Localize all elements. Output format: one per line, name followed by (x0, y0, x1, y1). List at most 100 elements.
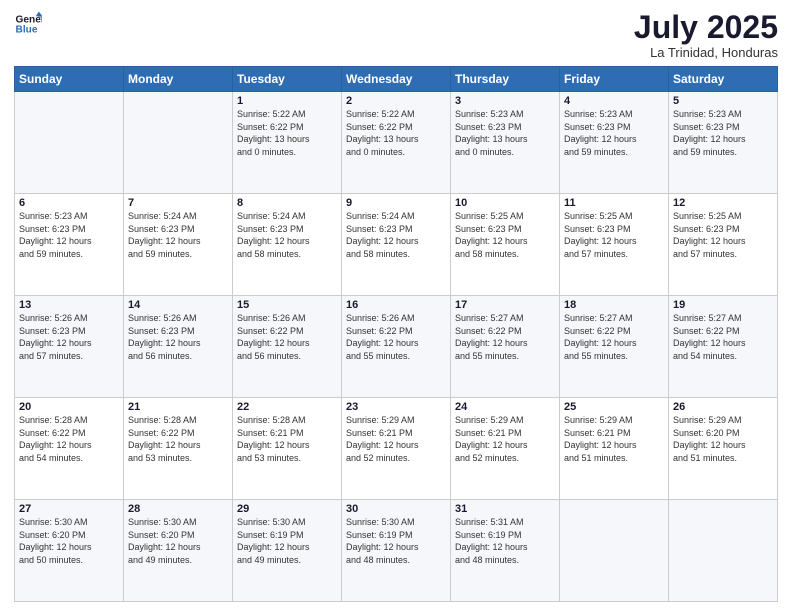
day-number: 3 (455, 95, 555, 107)
table-row (669, 500, 778, 602)
table-row: 22Sunrise: 5:28 AM Sunset: 6:21 PM Dayli… (233, 398, 342, 500)
day-number: 24 (455, 401, 555, 413)
table-row: 1Sunrise: 5:22 AM Sunset: 6:22 PM Daylig… (233, 92, 342, 194)
table-row: 21Sunrise: 5:28 AM Sunset: 6:22 PM Dayli… (124, 398, 233, 500)
day-info: Sunrise: 5:30 AM Sunset: 6:19 PM Dayligh… (346, 516, 446, 566)
table-row: 5Sunrise: 5:23 AM Sunset: 6:23 PM Daylig… (669, 92, 778, 194)
calendar-week-row: 13Sunrise: 5:26 AM Sunset: 6:23 PM Dayli… (15, 296, 778, 398)
day-info: Sunrise: 5:24 AM Sunset: 6:23 PM Dayligh… (128, 210, 228, 260)
table-row: 3Sunrise: 5:23 AM Sunset: 6:23 PM Daylig… (451, 92, 560, 194)
day-info: Sunrise: 5:29 AM Sunset: 6:20 PM Dayligh… (673, 414, 773, 464)
col-saturday: Saturday (669, 67, 778, 92)
table-row: 23Sunrise: 5:29 AM Sunset: 6:21 PM Dayli… (342, 398, 451, 500)
table-row (560, 500, 669, 602)
day-number: 28 (128, 503, 228, 515)
day-info: Sunrise: 5:30 AM Sunset: 6:19 PM Dayligh… (237, 516, 337, 566)
day-number: 7 (128, 197, 228, 209)
day-info: Sunrise: 5:24 AM Sunset: 6:23 PM Dayligh… (237, 210, 337, 260)
day-info: Sunrise: 5:29 AM Sunset: 6:21 PM Dayligh… (564, 414, 664, 464)
svg-text:Blue: Blue (16, 25, 38, 36)
day-number: 9 (346, 197, 446, 209)
day-number: 23 (346, 401, 446, 413)
day-number: 17 (455, 299, 555, 311)
day-info: Sunrise: 5:26 AM Sunset: 6:23 PM Dayligh… (128, 312, 228, 362)
day-number: 15 (237, 299, 337, 311)
day-info: Sunrise: 5:26 AM Sunset: 6:23 PM Dayligh… (19, 312, 119, 362)
day-info: Sunrise: 5:27 AM Sunset: 6:22 PM Dayligh… (673, 312, 773, 362)
day-number: 10 (455, 197, 555, 209)
col-sunday: Sunday (15, 67, 124, 92)
day-info: Sunrise: 5:22 AM Sunset: 6:22 PM Dayligh… (346, 108, 446, 158)
calendar-week-row: 20 Sunrise: 5:28 AM Sunset: 6:22 PM Dayli… (15, 398, 778, 500)
table-row: 9Sunrise: 5:24 AM Sunset: 6:23 PM Daylig… (342, 194, 451, 296)
table-row: 16Sunrise: 5:26 AM Sunset: 6:22 PM Dayli… (342, 296, 451, 398)
day-info: Sunrise: 5:22 AM Sunset: 6:22 PM Dayligh… (237, 108, 337, 158)
day-info: Sunrise: 5:26 AM Sunset: 6:22 PM Dayligh… (346, 312, 446, 362)
logo-icon: General Blue (14, 10, 42, 38)
calendar-header-row: Sunday Monday Tuesday Wednesday Thursday… (15, 67, 778, 92)
calendar-table: Sunday Monday Tuesday Wednesday Thursday… (14, 66, 778, 602)
table-row: 15Sunrise: 5:26 AM Sunset: 6:22 PM Dayli… (233, 296, 342, 398)
day-info: Sunrise: 5:23 AM Sunset: 6:23 PM Dayligh… (455, 108, 555, 158)
day-number: 2 (346, 95, 446, 107)
col-friday: Friday (560, 67, 669, 92)
table-row: 6Sunrise: 5:23 AM Sunset: 6:23 PM Daylig… (15, 194, 124, 296)
col-thursday: Thursday (451, 67, 560, 92)
day-number: 14 (128, 299, 228, 311)
day-number: 25 (564, 401, 664, 413)
table-row: 31Sunrise: 5:31 AM Sunset: 6:19 PM Dayli… (451, 500, 560, 602)
day-number: 4 (564, 95, 664, 107)
day-number: 5 (673, 95, 773, 107)
day-info: Sunrise: 5:30 AM Sunset: 6:20 PM Dayligh… (19, 516, 119, 566)
table-row: 14Sunrise: 5:26 AM Sunset: 6:23 PM Dayli… (124, 296, 233, 398)
table-row: 19Sunrise: 5:27 AM Sunset: 6:22 PM Dayli… (669, 296, 778, 398)
day-number: 16 (346, 299, 446, 311)
day-number: 21 (128, 401, 228, 413)
table-row: 25Sunrise: 5:29 AM Sunset: 6:21 PM Dayli… (560, 398, 669, 500)
table-row: 26Sunrise: 5:29 AM Sunset: 6:20 PM Dayli… (669, 398, 778, 500)
table-row: 4Sunrise: 5:23 AM Sunset: 6:23 PM Daylig… (560, 92, 669, 194)
calendar-week-row: 27Sunrise: 5:30 AM Sunset: 6:20 PM Dayli… (15, 500, 778, 602)
day-info: Sunrise: 5:24 AM Sunset: 6:23 PM Dayligh… (346, 210, 446, 260)
col-monday: Monday (124, 67, 233, 92)
table-row: 17Sunrise: 5:27 AM Sunset: 6:22 PM Dayli… (451, 296, 560, 398)
day-number: 27 (19, 503, 119, 515)
day-info: Sunrise: 5:23 AM Sunset: 6:23 PM Dayligh… (19, 210, 119, 260)
table-row: 10Sunrise: 5:25 AM Sunset: 6:23 PM Dayli… (451, 194, 560, 296)
header: General Blue July 2025 La Trinidad, Hond… (14, 10, 778, 60)
day-number: 6 (19, 197, 119, 209)
col-wednesday: Wednesday (342, 67, 451, 92)
day-info: Sunrise: 5:23 AM Sunset: 6:23 PM Dayligh… (673, 108, 773, 158)
day-number: 1 (237, 95, 337, 107)
day-number: 31 (455, 503, 555, 515)
location: La Trinidad, Honduras (634, 45, 778, 60)
table-row: 27Sunrise: 5:30 AM Sunset: 6:20 PM Dayli… (15, 500, 124, 602)
table-row: 28Sunrise: 5:30 AM Sunset: 6:20 PM Dayli… (124, 500, 233, 602)
day-info: Sunrise: 5:27 AM Sunset: 6:22 PM Dayligh… (564, 312, 664, 362)
day-number: 12 (673, 197, 773, 209)
day-number: 18 (564, 299, 664, 311)
day-info: Sunrise: 5:31 AM Sunset: 6:19 PM Dayligh… (455, 516, 555, 566)
day-info: Sunrise: 5:25 AM Sunset: 6:23 PM Dayligh… (673, 210, 773, 260)
day-info: Sunrise: 5:28 AM Sunset: 6:22 PM Dayligh… (128, 414, 228, 464)
calendar-week-row: 6Sunrise: 5:23 AM Sunset: 6:23 PM Daylig… (15, 194, 778, 296)
table-row: 2Sunrise: 5:22 AM Sunset: 6:22 PM Daylig… (342, 92, 451, 194)
day-number: 11 (564, 197, 664, 209)
table-row: 7Sunrise: 5:24 AM Sunset: 6:23 PM Daylig… (124, 194, 233, 296)
day-info: Sunrise: 5:25 AM Sunset: 6:23 PM Dayligh… (455, 210, 555, 260)
day-info: Sunrise: 5:30 AM Sunset: 6:20 PM Dayligh… (128, 516, 228, 566)
table-row: 30Sunrise: 5:30 AM Sunset: 6:19 PM Dayli… (342, 500, 451, 602)
day-info: Sunrise: 5:29 AM Sunset: 6:21 PM Dayligh… (455, 414, 555, 464)
table-row: 18Sunrise: 5:27 AM Sunset: 6:22 PM Dayli… (560, 296, 669, 398)
calendar-week-row: 1Sunrise: 5:22 AM Sunset: 6:22 PM Daylig… (15, 92, 778, 194)
day-info: Sunrise: 5:26 AM Sunset: 6:22 PM Dayligh… (237, 312, 337, 362)
day-number: 20 (19, 401, 119, 413)
day-info: Sunrise: 5:29 AM Sunset: 6:21 PM Dayligh… (346, 414, 446, 464)
col-tuesday: Tuesday (233, 67, 342, 92)
page: General Blue July 2025 La Trinidad, Hond… (0, 0, 792, 612)
day-info: Sunrise: 5:28 AM Sunset: 6:21 PM Dayligh… (237, 414, 337, 464)
table-row: 29Sunrise: 5:30 AM Sunset: 6:19 PM Dayli… (233, 500, 342, 602)
day-number: 29 (237, 503, 337, 515)
day-number: 19 (673, 299, 773, 311)
table-row: 11Sunrise: 5:25 AM Sunset: 6:23 PM Dayli… (560, 194, 669, 296)
